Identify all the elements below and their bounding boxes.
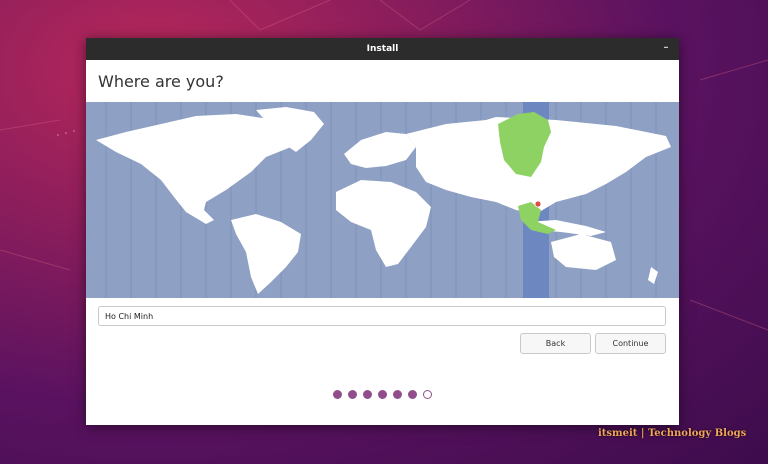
progress-dot	[393, 390, 402, 399]
progress-dot	[333, 390, 342, 399]
progress-dot	[378, 390, 387, 399]
timezone-map[interactable]	[86, 102, 679, 298]
progress-dots	[86, 390, 679, 399]
watermark-text: itsmeit | Technology Blogs	[598, 428, 747, 439]
installer-window: Install – Where are you? Ho Chi Minh Bac…	[86, 38, 679, 425]
progress-dot	[348, 390, 357, 399]
continue-button[interactable]: Continue	[595, 333, 666, 354]
minimize-icon[interactable]: –	[659, 41, 673, 55]
window-title: Install	[366, 44, 399, 54]
progress-dot	[408, 390, 417, 399]
back-button[interactable]: Back	[520, 333, 591, 354]
progress-dot	[363, 390, 372, 399]
title-bar[interactable]: Install –	[86, 38, 679, 60]
location-pin-icon	[534, 200, 542, 208]
location-input[interactable]	[98, 306, 666, 326]
progress-dot	[423, 390, 432, 399]
page-title: Where are you?	[98, 72, 224, 91]
